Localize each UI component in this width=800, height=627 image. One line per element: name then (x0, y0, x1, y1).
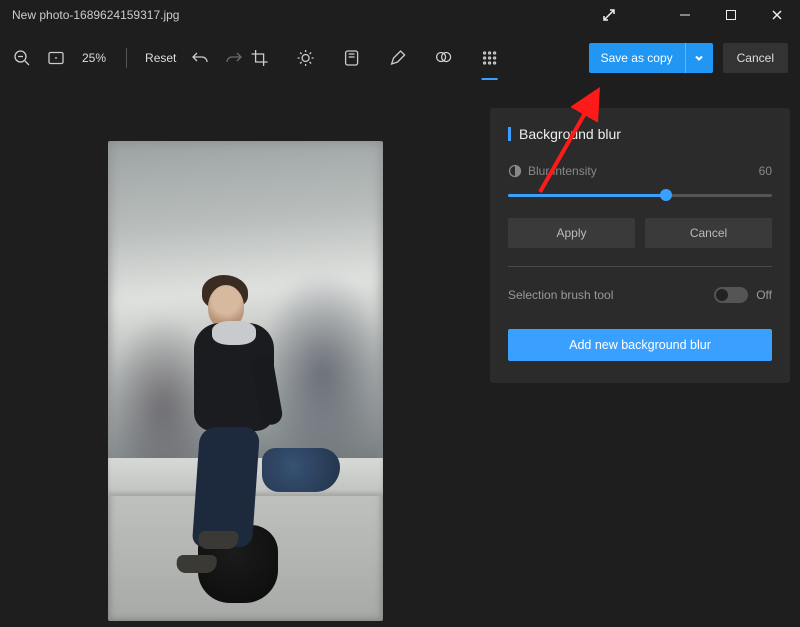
minimize-icon (679, 9, 691, 21)
window-title: New photo-1689624159317.jpg (12, 8, 179, 22)
zoom-out-icon (13, 49, 31, 67)
blur-icon (481, 49, 499, 67)
save-as-copy-button[interactable]: Save as copy (589, 43, 685, 73)
close-icon (771, 9, 783, 21)
fullscreen-button[interactable] (586, 0, 632, 30)
toolbar: 25% Reset (0, 30, 800, 86)
undo-button[interactable] (190, 48, 210, 68)
reset-button[interactable]: Reset (145, 51, 176, 65)
panel-title-text: Background blur (519, 126, 621, 142)
maximize-icon (725, 9, 737, 21)
expand-icon (602, 8, 616, 22)
fit-icon (47, 49, 65, 67)
fit-button[interactable] (46, 48, 66, 68)
redo-button[interactable] (224, 48, 244, 68)
filter-icon (343, 49, 361, 67)
canvas-area[interactable] (0, 86, 490, 627)
blur-intensity-slider[interactable] (508, 186, 772, 204)
adjust-tool[interactable] (294, 46, 318, 70)
blur-intensity-row: Blur intensity 60 (508, 164, 772, 178)
undo-icon (191, 49, 209, 67)
pen-icon (389, 49, 407, 67)
brush-tool-state: Off (756, 288, 772, 302)
background-blur-panel: Background blur Blur intensity 60 Apply … (490, 108, 790, 383)
cancel-button[interactable]: Cancel (723, 43, 788, 73)
close-button[interactable] (754, 0, 800, 30)
zoom-percentage[interactable]: 25% (80, 51, 108, 65)
zoom-out-button[interactable] (12, 48, 32, 68)
save-split-button: Save as copy (589, 43, 713, 73)
panel-title: Background blur (508, 126, 772, 142)
editor-tools (248, 46, 502, 70)
crop-icon (251, 49, 269, 67)
maximize-button[interactable] (708, 0, 754, 30)
titlebar: New photo-1689624159317.jpg (0, 0, 800, 30)
add-background-blur-button[interactable]: Add new background blur (508, 329, 772, 361)
divider (126, 48, 127, 68)
minimize-button[interactable] (662, 0, 708, 30)
markup-tool[interactable] (386, 46, 410, 70)
save-dropdown-button[interactable] (685, 43, 713, 73)
blur-intensity-label: Blur intensity (528, 164, 597, 178)
crop-tool[interactable] (248, 46, 272, 70)
redo-icon (225, 49, 243, 67)
chevron-down-icon (694, 53, 704, 63)
blur-intensity-value: 60 (759, 164, 772, 178)
brush-tool-toggle[interactable] (714, 287, 748, 303)
retouch-icon (435, 49, 453, 67)
apply-button[interactable]: Apply (508, 218, 635, 248)
photo-preview[interactable] (108, 141, 383, 621)
panel-cancel-button[interactable]: Cancel (645, 218, 772, 248)
divider (508, 266, 772, 267)
brush-tool-label: Selection brush tool (508, 288, 613, 302)
retouch-tool[interactable] (432, 46, 456, 70)
brightness-icon (297, 49, 315, 67)
background-blur-tool[interactable] (478, 46, 502, 70)
half-circle-icon (508, 164, 522, 178)
filter-tool[interactable] (340, 46, 364, 70)
